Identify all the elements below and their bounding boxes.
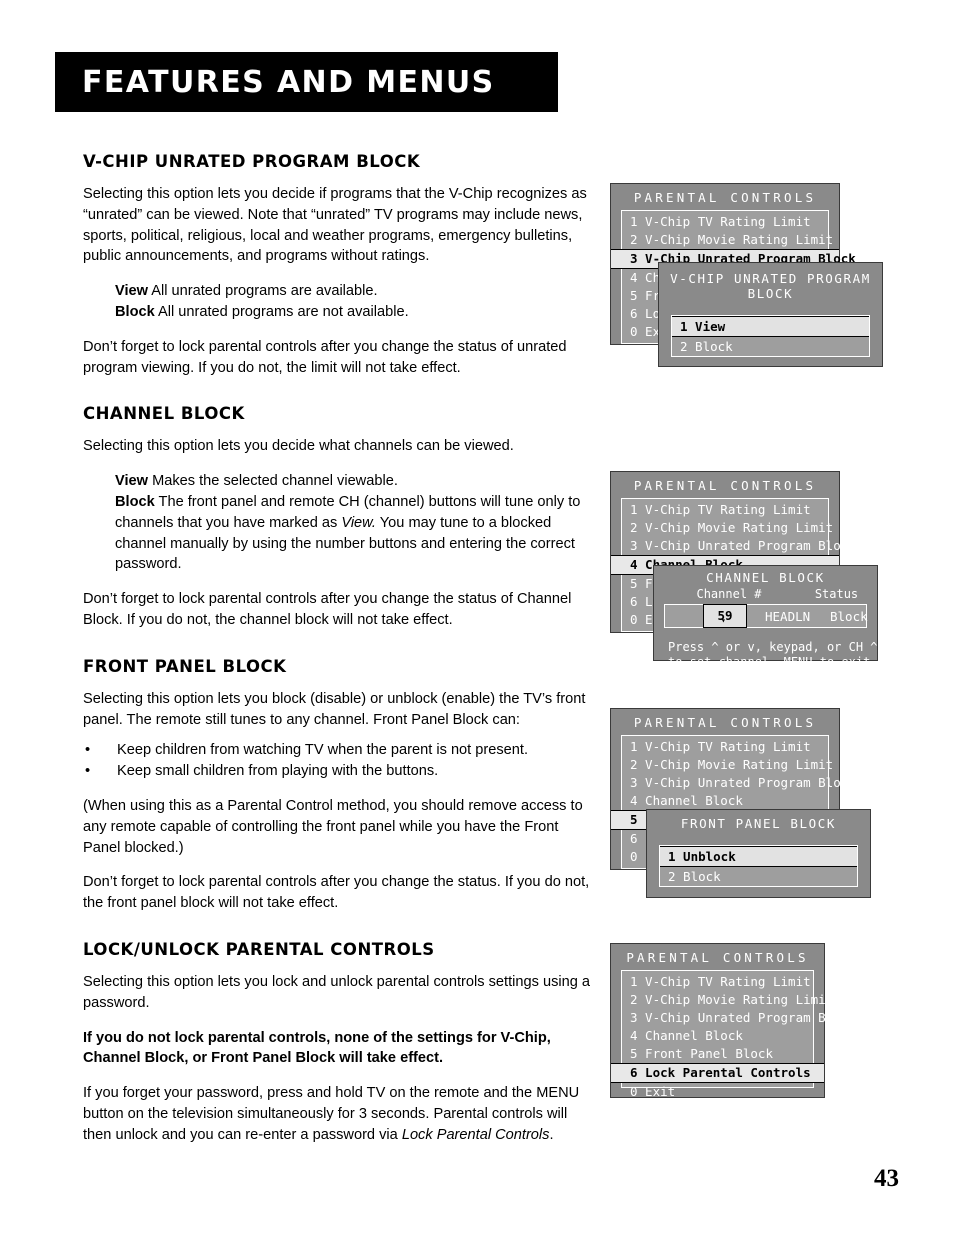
menu-item-front-panel-block[interactable]: 5 Front Panel Block bbox=[622, 1045, 813, 1063]
paragraph-vchip-intro: Selecting this option lets you decide if… bbox=[83, 186, 587, 265]
column-header-channel: Channel # bbox=[696, 587, 762, 601]
outro-emphasis: Lock Parental Controls bbox=[401, 1126, 550, 1143]
paragraph-vchip-outro: Don’t forget to lock parental controls a… bbox=[83, 338, 567, 376]
channel-status-value[interactable]: Block bbox=[830, 609, 868, 624]
definition-list-vchip: View All unrated programs are available.… bbox=[115, 281, 593, 323]
parental-controls-title: PARENTAL CONTROLS bbox=[633, 715, 817, 730]
osd-graphic-lock-parental-controls: PARENTAL CONTROLS 1 V-Chip TV Rating Lim… bbox=[610, 943, 900, 1103]
parental-controls-title: PARENTAL CONTROLS bbox=[633, 190, 817, 205]
paragraph-lock-unlock-bold-note: If you do not lock parental controls, no… bbox=[83, 1029, 551, 1067]
definition-channel-view: View Makes the selected channel viewable… bbox=[115, 471, 593, 492]
heading-vchip-unrated-program-block: V-CHIP UNRATED PROGRAM BLOCK bbox=[83, 152, 421, 171]
definition-channel-block: Block The front panel and remote CH (cha… bbox=[115, 492, 593, 575]
paragraph-front-panel-intro: Selecting this option lets you block (di… bbox=[83, 690, 586, 728]
document-body: V-CHIP UNRATED PROGRAM BLOCK Selecting t… bbox=[83, 152, 593, 1160]
list-item: Keep small children from playing with th… bbox=[83, 761, 593, 782]
column-header-status: Status bbox=[814, 587, 859, 601]
osd-graphic-vchip-unrated: PARENTAL CONTROLS 1 V-Chip TV Rating Lim… bbox=[610, 183, 900, 373]
paragraph-channel-block-outro: Don’t forget to lock parental controls a… bbox=[83, 591, 572, 628]
heading-front-panel-block: FRONT PANEL BLOCK bbox=[83, 656, 287, 676]
section-lock-unlock-parental-controls: LOCK/UNLOCK PARENTAL CONTROLS Selecting … bbox=[83, 940, 593, 1146]
section-vchip-unrated-program-block: V-CHIP UNRATED PROGRAM BLOCK Selecting t… bbox=[83, 152, 593, 378]
desc-view: Makes the selected channel viewable. bbox=[152, 473, 398, 490]
desc-block: All unrated programs are not available. bbox=[158, 303, 409, 320]
menu-item-vchip-movie-rating-limit[interactable]: 2 V-Chip Movie Rating Limit bbox=[622, 519, 833, 537]
parental-controls-menu-list: 1 V-Chip TV Rating Limit 2 V-Chip Movie … bbox=[611, 970, 856, 1099]
dialog-vchip-unrated-program-block: V-CHIP UNRATED PROGRAM BLOCK 1 View 2 Bl… bbox=[658, 262, 883, 367]
menu-item-channel-block[interactable]: 4 Channel Block bbox=[622, 1027, 813, 1045]
menu-item-vchip-movie-rating-limit[interactable]: 2 V-Chip Movie Rating Limit bbox=[622, 231, 833, 249]
parental-controls-title: PARENTAL CONTROLS bbox=[633, 478, 817, 493]
dialog-option-block[interactable]: 2 Block bbox=[672, 337, 869, 356]
term-view: View bbox=[115, 283, 148, 300]
page-number: 43 bbox=[874, 1165, 899, 1192]
desc-view: All unrated programs are available. bbox=[151, 283, 378, 300]
dialog-option-view[interactable]: 1 View bbox=[672, 316, 869, 337]
outro-part2: . bbox=[549, 1126, 554, 1143]
parental-controls-title: PARENTAL CONTROLS bbox=[626, 950, 809, 965]
paragraph-lock-unlock-outro: If you forget your password, press and h… bbox=[83, 1083, 593, 1145]
paragraph-front-panel-outro: Don’t forget to lock parental controls a… bbox=[83, 874, 590, 912]
definition-list-channel-block: View Makes the selected channel viewable… bbox=[115, 471, 593, 575]
dialog-options-list: 1 Unblock 2 Block bbox=[659, 845, 858, 887]
term-block: Block bbox=[115, 493, 155, 510]
channel-block-column-headers: Channel # Status bbox=[654, 587, 877, 604]
dialog-front-panel-block: FRONT PANEL BLOCK 1 Unblock 2 Block bbox=[646, 809, 871, 898]
section-front-panel-block: FRONT PANEL BLOCK Selecting this option … bbox=[83, 657, 593, 914]
paragraph-front-panel-note: (When using this as a Parental Control m… bbox=[83, 797, 583, 856]
dialog-channel-block: CHANNEL BLOCK Channel # Status 59 ▾ HEAD… bbox=[653, 565, 892, 669]
menu-item-vchip-unrated-program-block[interactable]: 3 V-Chip Unrated Program Block bbox=[622, 1009, 856, 1027]
menu-item-vchip-unrated-program-block[interactable]: 3 V-Chip Unrated Program Block bbox=[622, 774, 856, 792]
paragraph-channel-block-intro: Selecting this option lets you decide wh… bbox=[83, 438, 514, 455]
term-block: Block bbox=[115, 303, 155, 320]
menu-item-vchip-unrated-program-block[interactable]: 3 V-Chip Unrated Program Block bbox=[622, 537, 856, 555]
list-item: Keep children from watching TV when the … bbox=[83, 740, 593, 761]
term-view: View bbox=[115, 473, 148, 490]
channel-block-hint-text: Press ^ or v, keypad, or CH ^/v to set c… bbox=[668, 640, 892, 669]
dialog-option-block[interactable]: 2 Block bbox=[660, 867, 857, 886]
osd-graphic-channel-block: PARENTAL CONTROLS 1 V-Chip TV Rating Lim… bbox=[610, 471, 900, 669]
parental-controls-panel: PARENTAL CONTROLS 1 V-Chip TV Rating Lim… bbox=[610, 943, 856, 1099]
channel-block-row: 59 ▾ HEADLN Block bbox=[664, 604, 868, 628]
dialog-title: FRONT PANEL BLOCK bbox=[680, 816, 837, 831]
page-header-banner: FEATURES AND MENUS bbox=[55, 52, 558, 112]
paragraph-lock-unlock-intro: Selecting this option lets you lock and … bbox=[83, 973, 591, 1011]
definition-vchip-view: View All unrated programs are available. bbox=[115, 281, 593, 302]
menu-item-vchip-tv-rating-limit[interactable]: 1 V-Chip TV Rating Limit bbox=[622, 738, 828, 756]
dialog-option-unblock[interactable]: 1 Unblock bbox=[660, 846, 857, 867]
menu-item-vchip-tv-rating-limit[interactable]: 1 V-Chip TV Rating Limit bbox=[622, 973, 813, 991]
dialog-options-list: 1 View 2 Block bbox=[671, 315, 870, 357]
menu-item-exit[interactable]: 0 Exit bbox=[622, 1083, 813, 1101]
osd-graphic-front-panel-block: PARENTAL CONTROLS 1 V-Chip TV Rating Lim… bbox=[610, 708, 900, 898]
section-channel-block: CHANNEL BLOCK Selecting this option lets… bbox=[83, 404, 593, 630]
updown-arrow-icon: ▾ bbox=[721, 616, 726, 625]
menu-item-vchip-tv-rating-limit[interactable]: 1 V-Chip TV Rating Limit bbox=[622, 501, 828, 519]
menu-item-vchip-movie-rating-limit[interactable]: 2 V-Chip Movie Rating Limit bbox=[622, 991, 833, 1009]
list-front-panel-benefits: Keep children from watching TV when the … bbox=[83, 740, 593, 782]
menu-item-vchip-tv-rating-limit[interactable]: 1 V-Chip TV Rating Limit bbox=[622, 213, 828, 231]
menu-item-channel-block[interactable]: 4 Channel Block bbox=[622, 792, 828, 810]
dialog-title: V-CHIP UNRATED PROGRAM BLOCK bbox=[670, 271, 871, 301]
menu-item-lock-parental-controls[interactable]: 6 Lock Parental Controls bbox=[611, 1063, 824, 1083]
heading-channel-block: CHANNEL BLOCK bbox=[83, 404, 245, 424]
definition-vchip-block: Block All unrated programs are not avail… bbox=[115, 302, 593, 323]
dialog-title: CHANNEL BLOCK bbox=[706, 570, 825, 585]
channel-name-label: HEADLN bbox=[765, 608, 811, 624]
menu-item-vchip-movie-rating-limit[interactable]: 2 V-Chip Movie Rating Limit bbox=[622, 756, 833, 774]
heading-lock-unlock-parental-controls: LOCK/UNLOCK PARENTAL CONTROLS bbox=[83, 939, 435, 959]
desc-block-emphasis: View. bbox=[341, 514, 376, 531]
page-title: FEATURES AND MENUS bbox=[82, 64, 495, 100]
